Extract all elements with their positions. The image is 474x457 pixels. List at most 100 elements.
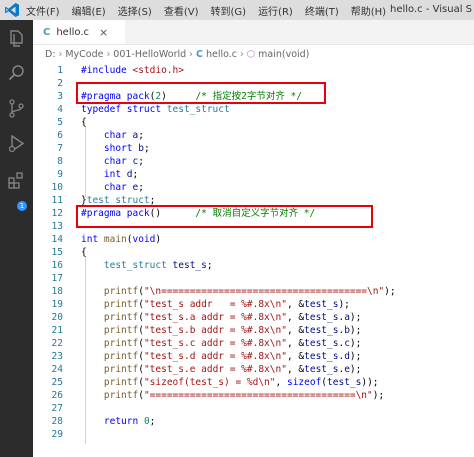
run-debug-icon[interactable] [6,133,27,154]
tab-hello-c[interactable]: C hello.c × [33,20,125,44]
code-line[interactable]: 2 [33,77,474,90]
code-text: char a; [81,129,144,142]
activity-bar: 1 [0,20,33,457]
code-token: test_s [304,299,339,310]
code-token: test_s [304,312,339,323]
code-token: printf [103,364,139,375]
code-text: int d; [81,168,138,181]
source-control-icon[interactable] [6,98,27,119]
code-line[interactable]: 6 char a; [33,129,474,142]
code-line[interactable]: 14 int main(void) [33,233,474,246]
menu-go[interactable]: 转到(G) [211,3,247,18]
code-token: test_s [304,325,339,336]
line-number: 12 [51,208,63,219]
code-token: #pragma pack [81,91,150,102]
line-number: 19 [51,299,63,310]
code-token: printf [103,377,139,388]
code-line[interactable]: 26 printf("=============================… [33,389,474,402]
window-title: hello.c - Visual S [390,4,473,15]
code-line[interactable]: 3 #pragma pack(2) /* 指定按2字节对齐 */ [33,90,474,103]
code-line[interactable]: 8 char c; [33,155,474,168]
breadcrumb-function[interactable]: main(void) [258,49,309,60]
menu-edit[interactable]: 编辑(E) [72,3,106,18]
line-number: 16 [51,260,63,271]
code-token: sizeof [286,377,322,388]
close-icon[interactable]: × [99,26,108,39]
menu-terminal[interactable]: 终端(T) [305,3,339,18]
code-token: , [275,377,287,388]
code-text: typedef struct test_struct [81,103,230,116]
line-number: 4 [57,104,63,115]
code-line[interactable]: 25 printf("sizeof(test_s) = %d\n", sizeo… [33,376,474,389]
code-line[interactable]: 11 }test_struct; [33,194,474,207]
code-line[interactable]: 12 #pragma pack() /* 取消自定义字节对齐 */ [33,207,474,220]
code-line[interactable]: 28 return 0; [33,415,474,428]
code-line[interactable]: 24 printf("test_s.e addr = %#.8x\n", &te… [33,363,474,376]
code-line[interactable]: 29 [33,428,474,441]
code-line[interactable]: 5{ [33,116,474,129]
code-text: printf("test_s.d addr = %#.8x\n", &test_… [81,350,361,363]
line-number: 11 [51,195,63,206]
menu-view[interactable]: 查看(V) [164,3,199,18]
menu-selection[interactable]: 选择(S) [118,3,152,18]
code-line[interactable]: 7 short b; [33,142,474,155]
code-token: ; [206,260,213,271]
code-line[interactable]: 1 #include <stdio.h> [33,64,474,77]
line-number: 27 [51,403,63,414]
line-number: 13 [51,221,63,232]
code-editor[interactable]: 1 #include <stdio.h> 2 3 #pragma pack(2) /* … [33,62,474,457]
code-line[interactable]: 10 char e; [33,181,474,194]
line-number: 8 [57,156,63,167]
code-token: return [103,416,144,427]
menu-run[interactable]: 运行(R) [258,3,293,18]
breadcrumb-file[interactable]: hello.c [206,49,237,60]
code-token: () [149,208,162,219]
search-icon[interactable] [6,63,27,84]
code-line[interactable]: 21 printf("test_s.b addr = %#.8x\n", &te… [33,324,474,337]
code-token: int [103,169,127,180]
code-line[interactable]: 15 { [33,246,474,259]
code-token: "test_s addr = %#.8x\n" [143,299,287,310]
explorer-icon[interactable] [6,28,27,49]
code-line[interactable]: 17 [33,272,474,285]
code-line[interactable]: 9 int d; [33,168,474,181]
line-number: 5 [57,117,63,128]
menu-help[interactable]: 帮助(H) [351,3,386,18]
code-text: }test_struct; [81,194,155,207]
code-line[interactable]: 4 typedef struct test_struct [33,103,474,116]
code-token: , & [286,364,305,375]
line-number: 3 [57,91,63,102]
code-line[interactable]: 22 printf("test_s.c addr = %#.8x\n", &te… [33,337,474,350]
line-number: 20 [51,312,63,323]
breadcrumb-folder-helloworld[interactable]: 001-HelloWorld [113,49,186,60]
code-line[interactable]: 16 test_struct test_s; [33,259,474,272]
code-text: printf("test_s.a addr = %#.8x\n", &test_… [81,311,361,324]
code-line[interactable]: 27 [33,402,474,415]
code-line[interactable]: 23 printf("test_s.d addr = %#.8x\n", &te… [33,350,474,363]
extensions-badge: 1 [17,201,27,211]
line-number: 14 [51,234,63,245]
code-line[interactable]: 13 [33,220,474,233]
menu-file[interactable]: 文件(F) [26,3,60,18]
code-line[interactable]: 19 printf("test_s addr = %#.8x\n", &test… [33,298,474,311]
extensions-icon[interactable] [6,170,27,191]
breadcrumb-folder-mycode[interactable]: MyCode [65,49,103,60]
code-line[interactable]: 18 printf("\n===========================… [33,285,474,298]
code-text: printf("sizeof(test_s) = %d\n", sizeof(t… [81,376,379,389]
line-number: 10 [51,182,63,193]
code-text: return 0; [81,415,156,428]
code-text: printf("test_s.e addr = %#.8x\n", &test_… [81,363,361,376]
code-token: test_s [172,260,207,271]
line-number: 22 [51,338,63,349]
code-token: char [103,156,133,167]
code-token: ; [143,143,150,154]
code-token: #pragma pack [81,208,150,219]
code-token: "sizeof(test_s) = %d\n" [143,377,276,388]
breadcrumb-drive[interactable]: D: [45,49,56,60]
code-line[interactable]: 20 printf("test_s.a addr = %#.8x\n", &te… [33,311,474,324]
